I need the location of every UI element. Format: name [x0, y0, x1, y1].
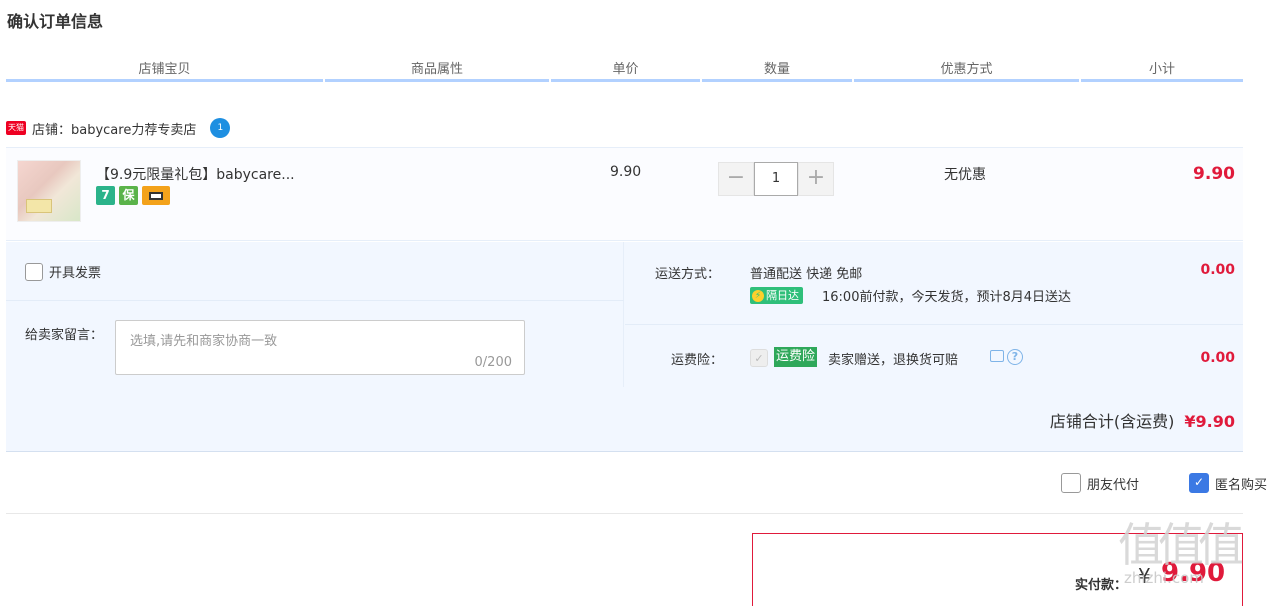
- invoice-option[interactable]: 开具发票: [25, 262, 101, 281]
- section-divider: [6, 300, 624, 301]
- anonymous-purchase-checkbox[interactable]: ✓: [1188, 473, 1209, 493]
- anonymous-purchase-label: 匿名购买: [1214, 477, 1267, 493]
- seller-message-label: 给卖家留言：: [25, 328, 104, 343]
- next-day-delivery-badge: ⚡ 隔日达: [750, 287, 803, 304]
- col-header-subtotal: 小计: [1081, 58, 1243, 82]
- quantity-stepper: − 1 +: [718, 162, 834, 196]
- insurance-badge: 运费险: [774, 347, 818, 367]
- table-headers: 店铺宝贝 商品属性 单价 数量 优惠方式 小计: [6, 58, 1243, 82]
- wangwang-chat-icon[interactable]: 1: [210, 118, 231, 138]
- friend-pay-checkbox[interactable]: [1060, 473, 1081, 493]
- quantity-input[interactable]: 1: [754, 162, 798, 196]
- separator-line: [6, 513, 1243, 514]
- lightning-icon: ⚡: [752, 289, 764, 302]
- payment-currency: ¥: [1138, 564, 1151, 588]
- col-header-qty: 数量: [702, 58, 852, 82]
- col-header-item: 店铺宝贝: [6, 58, 323, 82]
- product-thumbnail[interactable]: [17, 160, 81, 222]
- col-header-price: 单价: [551, 58, 700, 82]
- insurance-text: 卖家赠送，退换货可赔: [828, 353, 959, 368]
- order-options-panel: 开具发票 给卖家留言： 选填,请先和商家协商一致 0/200 运送方式： 普通配…: [6, 242, 1243, 452]
- purchase-options: 朋友代付 ✓ 匿名购买: [1011, 473, 1267, 493]
- invoice-message-section: 开具发票 给卖家留言： 选填,请先和商家协商一致 0/200: [6, 242, 624, 387]
- seller-message-input[interactable]: 选填,请先和商家协商一致 0/200: [115, 320, 525, 375]
- order-item-row: 【9.9元限量礼包】babycare... 7 保 9.90 − 1 + 无优惠…: [6, 147, 1243, 241]
- item-subtotal: 9.90: [1193, 164, 1235, 184]
- seller-message-placeholder: 选填,请先和商家协商一致: [130, 334, 278, 349]
- payment-summary: 实付款： ¥ 9.90: [752, 533, 1243, 606]
- shipping-fee: 0.00: [1200, 262, 1235, 278]
- chat-bubble-icon[interactable]: [990, 350, 1004, 362]
- unit-price: 9.90: [610, 164, 642, 180]
- tmall-icon: 天猫: [6, 121, 26, 135]
- credit-card-icon[interactable]: [142, 186, 170, 205]
- invoice-label: 开具发票: [49, 266, 102, 281]
- shipping-method: 普通配送 快递 免邮: [750, 267, 863, 282]
- help-icon[interactable]: ?: [1007, 349, 1023, 365]
- col-header-discount: 优惠方式: [854, 58, 1079, 82]
- anonymous-purchase-option[interactable]: ✓ 匿名购买: [1188, 473, 1267, 493]
- insurance-label: 运费险：: [671, 353, 724, 368]
- service-badges: 7 保: [96, 186, 170, 205]
- invoice-checkbox[interactable]: [25, 262, 43, 281]
- shop-total: 店铺合计(含运费) ¥9.90: [1050, 408, 1235, 432]
- page-title: 确认订单信息: [7, 12, 104, 31]
- product-name-link[interactable]: 【9.9元限量礼包】babycare...: [96, 164, 295, 184]
- shop-row: 天猫 店铺：babycare力荐专卖店 1: [6, 118, 231, 138]
- insurance-fee: 0.00: [1200, 350, 1235, 366]
- insurance-checkbox: ✓: [750, 349, 768, 367]
- col-header-attr: 商品属性: [325, 58, 549, 82]
- section-divider: [625, 324, 1243, 325]
- friend-pay-label: 朋友代付: [1086, 477, 1139, 493]
- increase-quantity-button[interactable]: +: [798, 162, 834, 196]
- seven-day-return-icon[interactable]: 7: [96, 186, 115, 205]
- decrease-quantity-button[interactable]: −: [718, 162, 754, 196]
- payment-amount: 9.90: [1161, 558, 1226, 588]
- delivery-estimate: 16:00前付款，今天发货，预计8月4日送达: [822, 290, 1072, 305]
- shipping-label: 运送方式：: [655, 267, 721, 282]
- shop-total-label: 店铺合计(含运费): [1049, 412, 1175, 431]
- shop-name-link[interactable]: 店铺：babycare力荐专卖店: [32, 119, 196, 138]
- shipping-section: 运送方式： 普通配送 快递 免邮 ⚡ 隔日达 16:00前付款，今天发货，预计8…: [625, 242, 1243, 387]
- guarantee-icon[interactable]: 保: [119, 186, 138, 205]
- char-counter: 0/200: [474, 355, 512, 370]
- friend-pay-option[interactable]: 朋友代付: [1060, 473, 1139, 493]
- next-day-delivery-label: 隔日达: [766, 289, 799, 302]
- payment-label: 实付款：: [1075, 578, 1128, 593]
- shop-total-amount: ¥9.90: [1184, 412, 1235, 431]
- discount-method: 无优惠: [944, 167, 986, 183]
